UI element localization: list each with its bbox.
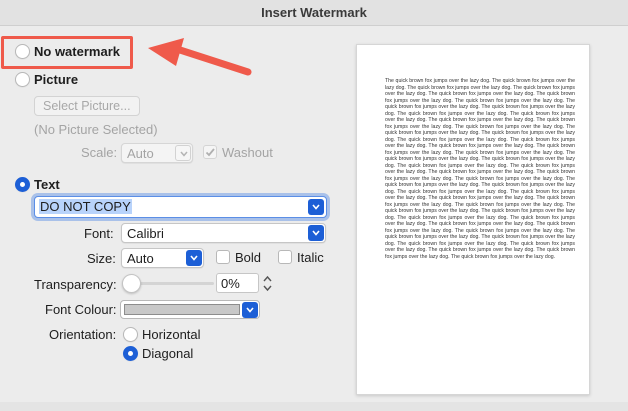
- orientation-label: Orientation:: [49, 327, 117, 342]
- font-colour-swatch: [124, 304, 240, 315]
- font-label: Font:: [84, 226, 114, 241]
- font-colour-label: Font Colour:: [45, 302, 117, 317]
- no-watermark-label[interactable]: No watermark: [34, 44, 120, 59]
- bold-label: Bold: [235, 250, 262, 265]
- picture-label[interactable]: Picture: [34, 72, 78, 87]
- washout-checkbox[interactable]: [203, 145, 217, 159]
- transparency-label: Transparency:: [34, 277, 117, 292]
- watermark-text-combobox[interactable]: DO NOT COPY: [34, 196, 327, 218]
- scale-value: Auto: [127, 146, 154, 161]
- window-title: Insert Watermark: [261, 5, 367, 20]
- transparency-field[interactable]: 0%: [216, 273, 259, 293]
- chevron-down-icon[interactable]: [242, 302, 258, 318]
- chevron-down-icon[interactable]: [308, 199, 324, 215]
- diagonal-label[interactable]: Diagonal: [142, 346, 193, 361]
- picture-radio[interactable]: [15, 72, 30, 87]
- bold-checkbox[interactable]: [216, 250, 230, 264]
- scale-label: Scale:: [81, 145, 118, 160]
- size-value: Auto: [127, 251, 154, 266]
- page-preview: The quick brown fox jumps over the lazy …: [356, 44, 590, 395]
- font-select[interactable]: Calibri: [121, 223, 326, 243]
- font-colour-picker[interactable]: [120, 300, 260, 319]
- transparency-value[interactable]: 0%: [221, 276, 240, 291]
- scale-select[interactable]: Auto: [121, 143, 193, 163]
- font-value: Calibri: [127, 226, 164, 241]
- no-watermark-radio[interactable]: [15, 44, 30, 59]
- italic-checkbox[interactable]: [278, 250, 292, 264]
- size-label: Size:: [87, 251, 116, 266]
- chevron-down-icon: [308, 225, 324, 241]
- italic-label: Italic: [297, 250, 324, 265]
- chevron-down-icon: [186, 250, 202, 266]
- chevron-down-icon: [175, 145, 191, 161]
- title-bar: Insert Watermark: [0, 0, 628, 26]
- size-select[interactable]: Auto: [121, 248, 204, 268]
- bottom-strip: [0, 402, 628, 411]
- transparency-stepper-icon[interactable]: [262, 274, 273, 293]
- red-arrow-icon: [148, 38, 252, 76]
- preview-sample-text: The quick brown fox jumps over the lazy …: [385, 78, 575, 260]
- diagonal-radio[interactable]: [123, 346, 138, 361]
- text-label[interactable]: Text: [34, 177, 60, 192]
- horizontal-label[interactable]: Horizontal: [142, 327, 201, 342]
- checkmark-icon: [205, 148, 215, 157]
- washout-label: Washout: [222, 145, 273, 160]
- select-picture-button[interactable]: Select Picture...: [34, 96, 140, 116]
- picture-status: (No Picture Selected): [34, 122, 158, 137]
- text-radio[interactable]: [15, 177, 30, 192]
- transparency-slider-knob[interactable]: [122, 274, 141, 293]
- watermark-text-value[interactable]: DO NOT COPY: [39, 199, 132, 214]
- horizontal-radio[interactable]: [123, 327, 138, 342]
